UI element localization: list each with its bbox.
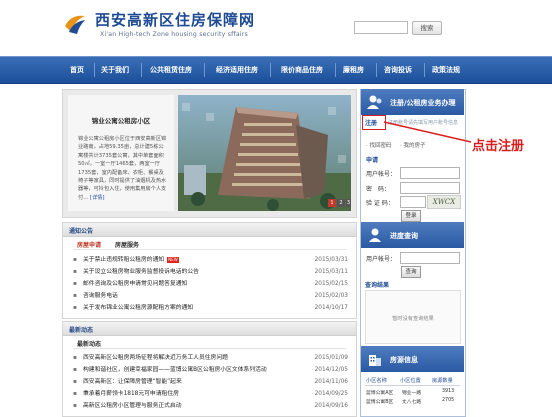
captcha-image[interactable]: XWCX	[427, 195, 461, 209]
list-item[interactable]: ▪ 关于禁止违规转租公租房的通知 NEW 2015/03/31	[73, 255, 348, 265]
list-item[interactable]: ▪ 关于设立公租房物业服务监督投诉电话的公告 2015/03/11	[73, 267, 348, 277]
col-name: 小区名称	[366, 378, 387, 384]
building-icon	[369, 355, 381, 366]
nav-price-limited[interactable]: 限价商品住房	[281, 57, 323, 83]
user-label: 用户帐号：	[366, 171, 397, 178]
password-label: 密 码：	[366, 186, 391, 193]
progress-header: 进度查询	[361, 222, 464, 248]
list-item[interactable]: ▪ 关于发布锦业公寓公租房源配租方案的通知 2014/10/17	[73, 303, 348, 313]
new-badge: NEW	[167, 257, 179, 263]
register-title: 注册/公租房业务办理	[390, 99, 456, 107]
register-header: 注册/公租房业务办理	[361, 89, 464, 115]
news-panel: 最新动态 最新动态 ▪ 西安高新区公租房两场征程将解决近万务工人员住房问题 2015…	[62, 321, 357, 417]
password-input[interactable]	[400, 182, 460, 194]
table-cell: 丈八七路	[402, 400, 422, 405]
tab-latest[interactable]: 最新动态	[77, 339, 101, 348]
housing-header: 房源信息	[361, 346, 464, 372]
login-button[interactable]: 登录	[401, 210, 421, 222]
nav-about[interactable]: 关于我们	[101, 57, 129, 83]
list-item[interactable]: ▪ 西安高新区：让保障房管理“智能”起来 2014/11/06	[73, 377, 348, 387]
nav-consult[interactable]: 咨询投诉	[384, 57, 412, 83]
nav-affordable[interactable]: 经济适用住房	[216, 57, 258, 83]
featured-banner: 锦业公寓公租房小区 锦业公寓公租房小区位于西安高新区锦业路南，占地59.35亩，…	[62, 89, 357, 218]
slide-1-button[interactable]: 1	[328, 199, 336, 207]
notice-title: 通知公告	[69, 228, 94, 235]
annotation-arrow	[383, 121, 472, 143]
query-button[interactable]: 查询	[401, 266, 421, 278]
nav-home[interactable]: 首页	[70, 57, 84, 83]
result-title: 查询结果	[365, 282, 390, 289]
banner-title: 锦业公寓公租房小区	[91, 117, 151, 125]
person-icon	[369, 228, 381, 242]
list-item[interactable]: ▪ 秉承着月薪领卡1818元可申请租住房 2014/09/25	[73, 389, 348, 399]
username-input[interactable]	[400, 167, 460, 179]
logo-icon	[65, 15, 85, 34]
news-title: 最新动态	[69, 327, 94, 334]
col-location: 小区位置	[400, 378, 421, 384]
site-subtitle: Xi'an High-tech Zone housing security sf…	[100, 31, 248, 38]
nav-policy[interactable]: 政策法规	[432, 57, 460, 83]
user-icon	[367, 95, 382, 109]
result-empty-text: 暂时没有查询结果	[392, 316, 434, 322]
banner-intro: 锦业公寓公租房小区 锦业公寓公租房小区位于西安高新区锦业路南，占地59.35亩，…	[68, 95, 174, 211]
search-input[interactable]	[354, 21, 408, 34]
table-row[interactable]: 蓝博公寓A区	[366, 389, 393, 396]
progress-user-label: 用户帐号：	[366, 256, 397, 263]
apply-title: 申请	[366, 157, 379, 164]
tab-apply[interactable]: 房屋申请	[77, 240, 101, 249]
search-button[interactable]: 搜索	[412, 21, 442, 35]
main-nav: 首页 关于我们 公共租赁住房 经济适用住房 限价商品住房 廉租房 咨询投诉 政策…	[0, 56, 552, 84]
site-header: 西安高新区住房保障网 Xi'an High-tech Zone housing …	[0, 0, 552, 54]
nav-low-rent[interactable]: 廉租房	[343, 57, 364, 83]
tab-service[interactable]: 房屋服务	[115, 240, 139, 249]
notice-panel: 通知公告 房屋申请 房屋服务 ▪ 关于禁止违规转租公租房的通知 NEW 2015/03…	[62, 222, 357, 319]
captcha-label: 验 证 码：	[366, 200, 394, 207]
banner-photo[interactable]: 1 2 3	[178, 95, 351, 211]
list-item[interactable]: ▪ 西安高新区公租房两场征程将解决近万务工人员住房问题 2015/01/09	[73, 353, 348, 363]
result-box: 暂时没有查询结果	[365, 290, 461, 344]
table-cell: 2705	[442, 398, 455, 403]
table-cell: 锦业一路	[402, 391, 422, 396]
captcha-input[interactable]	[400, 196, 426, 208]
slide-3-button[interactable]: 3	[346, 199, 351, 207]
progress-title: 进度查询	[390, 232, 418, 240]
table-row[interactable]: 蓝博公寓B区	[366, 398, 393, 405]
banner-more-link[interactable]: [详情]	[90, 195, 104, 201]
nav-public-rental[interactable]: 公共租赁住房	[150, 57, 192, 83]
list-item[interactable]: ▪ 高新区公租房小区管理与服务正式启动 2014/09/16	[73, 401, 348, 411]
col-count: 房源数量	[432, 378, 453, 384]
table-cell: 3913	[442, 389, 455, 394]
slide-2-button[interactable]: 2	[337, 199, 345, 207]
list-item[interactable]: ▪ 构建和谐社区，创建幸福家园——蓝博公寓B区公租房小区文体系列活动 2014/12…	[73, 365, 348, 375]
banner-text: 锦业公寓公租房小区位于西安高新区锦业路南，占地59.35亩，总计建5栋公寓楼共计…	[78, 136, 167, 201]
housing-title: 房源信息	[390, 356, 418, 364]
annotation-text: 点击注册	[472, 139, 525, 154]
list-item[interactable]: ▪ 邮件咨询及公租房申请常见问题答复通知 2015/02/15	[73, 279, 348, 289]
building-image	[178, 95, 351, 211]
list-item[interactable]: ▪ 咨询服务电话 2015/02/03	[73, 291, 348, 301]
site-title: 西安高新区住房保障网	[95, 11, 256, 29]
progress-user-input[interactable]	[400, 252, 460, 264]
